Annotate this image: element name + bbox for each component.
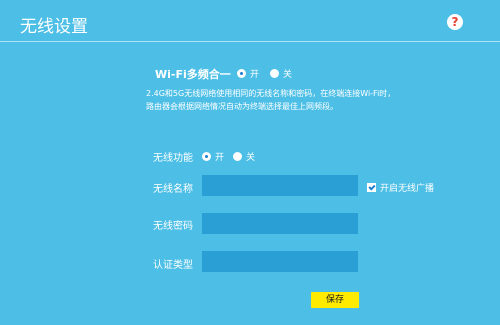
wireless-password-label: 无线密码 <box>153 221 193 232</box>
dual-band-label: Wi-Fi多频合一 <box>155 68 231 81</box>
wireless-function-on-label: 开 <box>215 153 225 163</box>
dual-band-off-label: 关 <box>283 70 293 80</box>
broadcast-checkbox[interactable] <box>367 183 376 192</box>
wireless-function-off-label: 关 <box>246 153 256 163</box>
wireless-function-off-option[interactable]: 关 <box>233 150 255 163</box>
broadcast-label: 开启无线广播 <box>380 184 435 194</box>
wireless-function-on-radio[interactable] <box>202 152 211 161</box>
dual-band-on-radio[interactable] <box>237 69 246 78</box>
wireless-function-label: 无线功能 <box>153 153 193 164</box>
dual-band-on-option[interactable]: 开 <box>237 67 259 80</box>
wireless-password-input[interactable] <box>202 213 358 234</box>
wireless-function-on-option[interactable]: 开 <box>202 150 224 163</box>
dual-band-off-option[interactable]: 关 <box>270 67 292 80</box>
page-title: 无线设置 <box>20 17 88 37</box>
auth-type-select[interactable] <box>202 251 358 272</box>
broadcast-option[interactable]: 开启无线广播 <box>367 181 434 194</box>
dual-band-description-line-1: 2.4G和5G无线网络使用相同的无线名称和密码，在终端连接Wi-Fi时， <box>146 89 396 98</box>
dual-band-off-radio[interactable] <box>270 69 279 78</box>
dual-band-description-line-2: 路由器会根据网络情况自动为终端选择最佳上网频段。 <box>146 102 338 111</box>
help-icon[interactable]: ? <box>447 14 463 30</box>
wireless-name-input[interactable] <box>202 175 358 196</box>
header-divider <box>0 41 500 42</box>
dual-band-on-label: 开 <box>250 70 260 80</box>
auth-type-label: 认证类型 <box>153 260 193 271</box>
save-button[interactable]: 保存 <box>311 292 359 308</box>
wireless-name-label: 无线名称 <box>153 184 193 195</box>
wireless-function-off-radio[interactable] <box>233 152 242 161</box>
